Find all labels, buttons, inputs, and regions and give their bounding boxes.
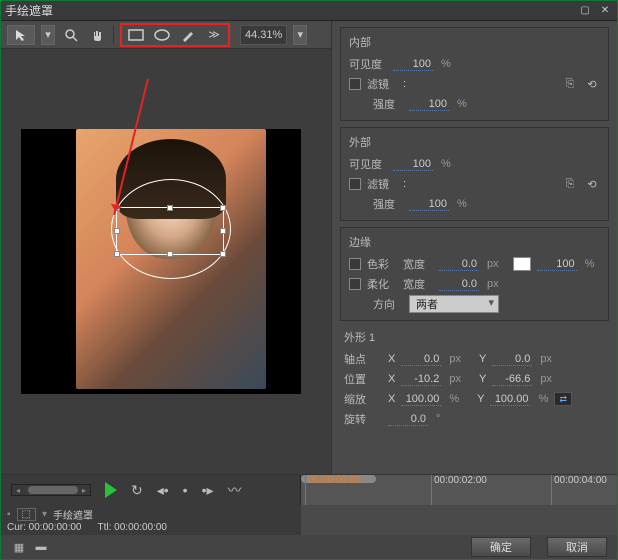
pos-x-value[interactable]: -10.2	[401, 373, 441, 386]
maximize-icon[interactable]: ▢	[577, 4, 593, 18]
pen-tool[interactable]	[178, 25, 198, 45]
zoom-dropdown[interactable]: ▾	[293, 25, 307, 45]
total-time: Ttl: 00:00:00:00	[98, 522, 168, 533]
external-visibility-value[interactable]: 100	[393, 158, 433, 171]
handle-s[interactable]	[167, 251, 173, 257]
edge-direction-select[interactable]: 两者	[409, 295, 499, 313]
handle-se[interactable]	[220, 251, 226, 257]
edge-title: 边缘	[349, 234, 600, 250]
selection-rect[interactable]	[116, 207, 224, 255]
handle-w[interactable]	[114, 228, 120, 234]
internal-title: 内部	[349, 34, 600, 50]
zoom-field[interactable]: 44.31%	[240, 25, 287, 45]
edge-color-swatch[interactable]	[513, 257, 531, 271]
reset-icon[interactable]: ⟲	[584, 177, 600, 191]
preview-canvas[interactable]	[21, 129, 301, 394]
rot-value[interactable]: 0.0	[388, 413, 428, 426]
external-filter-checkbox[interactable]	[349, 178, 361, 190]
filter-label: 滤镜	[367, 76, 397, 92]
pivot-x-value[interactable]: 0.0	[401, 353, 441, 366]
add-key-button[interactable]: •	[183, 482, 188, 498]
external-group: 外部 可见度 100 % 滤镜 : ⎘ ⟲ 强度 100	[340, 127, 609, 221]
view-mode-2-icon[interactable]: ▬	[33, 540, 49, 554]
rectangle-tool[interactable]	[126, 25, 146, 45]
shape-tools-highlight: ≫	[120, 23, 230, 47]
timecode-0: 00:00:00:00	[305, 475, 361, 505]
shape1-title: 外形 1	[344, 329, 605, 345]
preset-icon[interactable]: ⎘	[562, 77, 578, 91]
link-icon[interactable]: ⇄	[554, 392, 572, 406]
next-key-button[interactable]: •▸	[202, 482, 214, 499]
track-label: 手绘遮罩	[53, 507, 93, 522]
toolbar: ▾ ≫ 44.31% ▾	[1, 21, 331, 49]
timecode-2: 00:00:04:00	[551, 475, 607, 505]
handle-e[interactable]	[220, 228, 226, 234]
timeline-info: ▪⬚▾ 手绘遮罩 Cur: 00:00:00:00 Ttl: 00:00:00:…	[1, 505, 301, 535]
window-title: 手绘遮罩	[5, 2, 53, 19]
view-mode-1-icon[interactable]: ▦	[11, 540, 27, 554]
visibility-label: 可见度	[349, 56, 387, 72]
titlebar: 手绘遮罩 ▢ ✕	[1, 1, 617, 21]
cursor-time: Cur: 00:00:00:00	[7, 522, 82, 533]
external-strength-value[interactable]: 100	[409, 198, 449, 211]
internal-visibility-value[interactable]: 100	[393, 58, 433, 71]
internal-strength-value[interactable]: 100	[409, 98, 449, 111]
more-tools[interactable]: ≫	[204, 25, 224, 45]
strength-label: 强度	[373, 96, 403, 112]
ok-button[interactable]: 确定	[471, 537, 531, 557]
timeline-track[interactable]	[301, 505, 617, 535]
external-title: 外部	[349, 134, 600, 150]
hand-tool[interactable]	[87, 25, 107, 45]
ellipse-tool[interactable]	[152, 25, 172, 45]
edge-soft-checkbox[interactable]	[349, 278, 361, 290]
zoom-tool[interactable]	[61, 25, 81, 45]
graph-button[interactable]: 〰	[228, 480, 242, 500]
edge-color-checkbox[interactable]	[349, 258, 361, 270]
timecode-1: 00:00:02:00	[431, 475, 487, 505]
edge-color-opacity-value[interactable]: 100	[537, 258, 577, 271]
handle-ne[interactable]	[220, 205, 226, 211]
prev-key-button[interactable]: ◂•	[157, 482, 169, 499]
internal-filter-checkbox[interactable]	[349, 78, 361, 90]
close-icon[interactable]: ✕	[597, 4, 613, 18]
edge-group: 边缘 色彩 宽度 0.0 px 100 % 柔化 宽度 0.0 px	[340, 227, 609, 321]
scale-y-value[interactable]: 100.00	[490, 393, 530, 406]
preset-icon[interactable]: ⎘	[562, 177, 578, 191]
loop-button[interactable]: ↻	[131, 482, 143, 499]
track-scrollbar[interactable]: ◂▸	[11, 484, 91, 496]
reset-icon[interactable]: ⟲	[584, 77, 600, 91]
pivot-y-value[interactable]: 0.0	[492, 353, 532, 366]
cancel-button[interactable]: 取消	[547, 537, 607, 557]
scale-x-value[interactable]: 100.00	[401, 393, 441, 406]
pos-y-value[interactable]: -66.6	[492, 373, 532, 386]
handle-sw[interactable]	[114, 251, 120, 257]
edge-soft-width-value[interactable]: 0.0	[439, 278, 479, 291]
handle-n[interactable]	[167, 205, 173, 211]
timeline-controls: ◂▸ ↻ ◂• • •▸ 〰	[1, 475, 301, 505]
timeline-ruler[interactable]: 00:00:00:00 00:00:02:00 00:00:04:00	[301, 475, 617, 505]
shape1-group: 外形 1 轴点 X 0.0 px Y 0.0 px 位置 X -10.2 px	[340, 327, 609, 431]
internal-group: 内部 可见度 100 % 滤镜 : ⎘ ⟲ 强度 100	[340, 27, 609, 121]
arrow-tool[interactable]	[7, 25, 35, 45]
arrow-tool-dropdown[interactable]: ▾	[41, 25, 55, 45]
edge-color-width-value[interactable]: 0.0	[439, 258, 479, 271]
play-button[interactable]	[105, 482, 117, 498]
preview-area	[1, 49, 331, 474]
